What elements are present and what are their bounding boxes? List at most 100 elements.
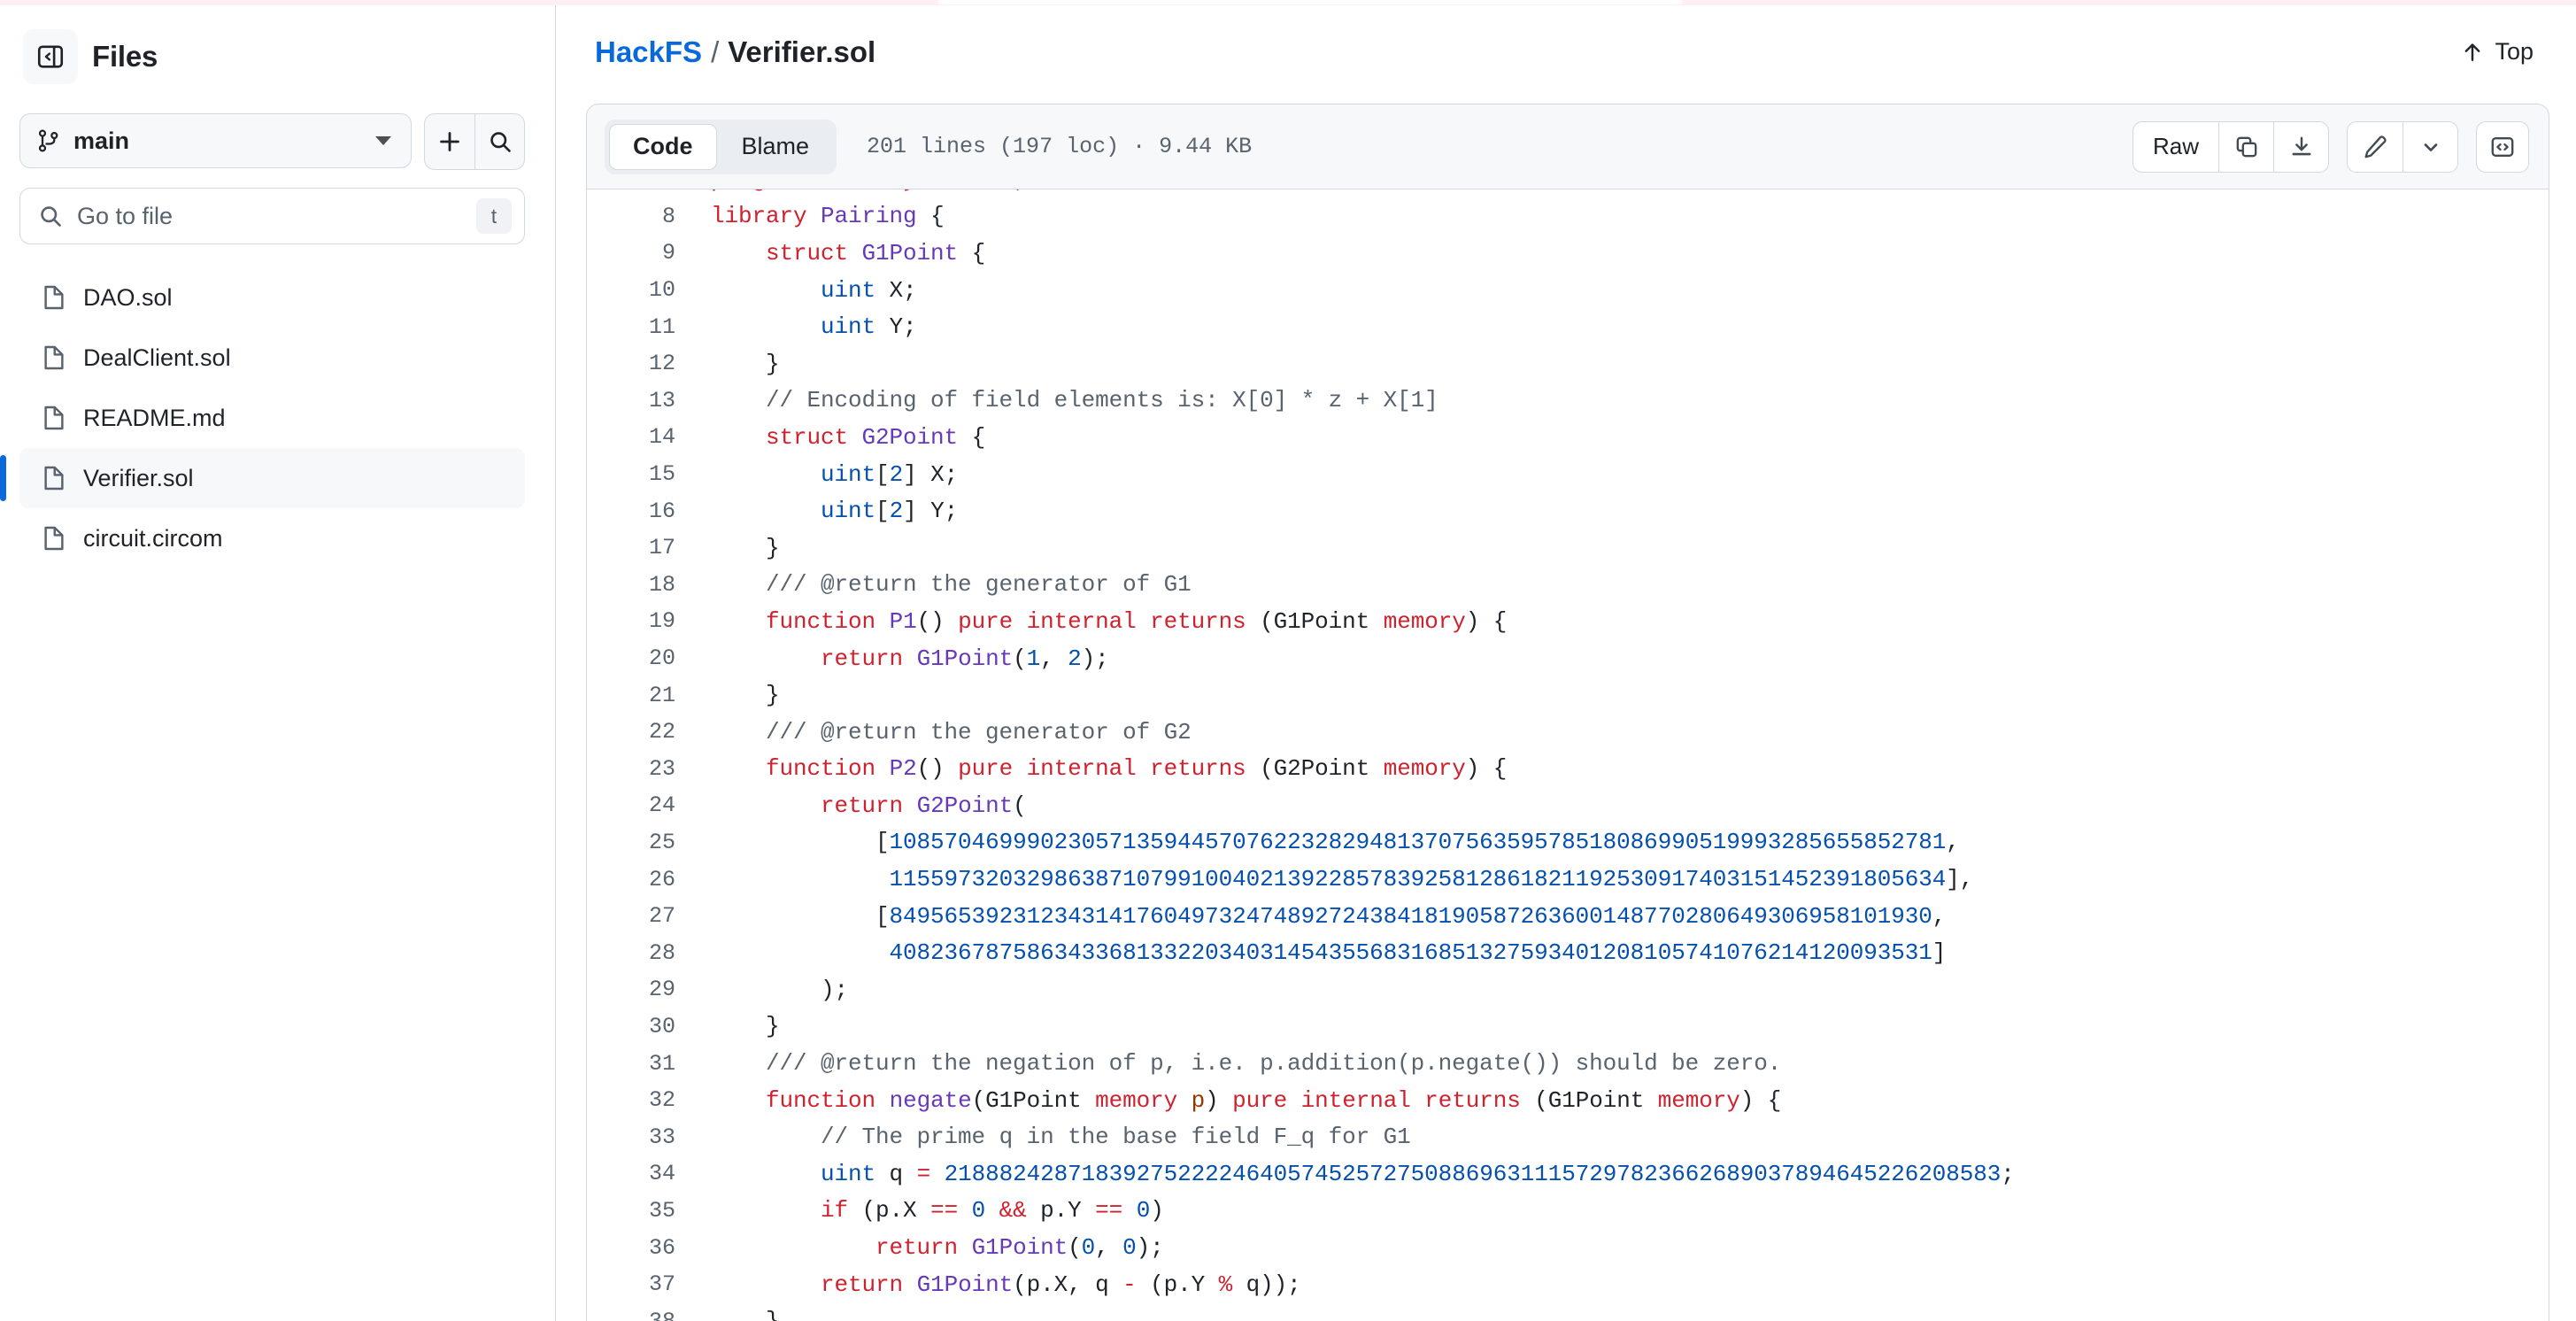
raw-copy-download-group: Raw (2132, 120, 2329, 173)
code-line: 38 } (587, 1302, 2549, 1321)
edit-dropdown-button[interactable] (2402, 121, 2457, 172)
line-content: ); (711, 976, 849, 1003)
page-root: Files main Go to file t DAO.sol DealClie… (0, 0, 2576, 1321)
symbols-panel-button[interactable] (2476, 120, 2529, 173)
file-list-item-selected[interactable]: Verifier.sol (0, 448, 525, 508)
line-number[interactable]: 14 (587, 424, 702, 450)
breadcrumb-repo-link[interactable]: HackFS (595, 35, 702, 69)
line-number[interactable]: 37 (587, 1271, 702, 1297)
search-icon (41, 206, 61, 227)
file-icon (44, 466, 64, 491)
code-line: 35 if (p.X == 0 && p.Y == 0) (587, 1193, 2549, 1230)
line-number[interactable]: 8 (587, 204, 702, 229)
code-line: 8 library Pairing { (587, 198, 2549, 236)
line-number[interactable]: 23 (587, 756, 702, 782)
line-number[interactable]: 7 (587, 189, 702, 192)
download-button[interactable] (2273, 121, 2328, 172)
branch-selector[interactable]: main (19, 113, 412, 168)
line-number[interactable]: 12 (587, 351, 702, 376)
sidebar-search-button[interactable] (474, 114, 524, 169)
sidebar-collapse-button[interactable] (23, 29, 78, 84)
line-content: library Pairing { (711, 203, 945, 230)
line-content: if (p.X == 0 && p.Y == 0) (821, 1197, 1164, 1224)
file-list-item-label: circuit.circom (83, 524, 223, 552)
line-number[interactable]: 27 (587, 903, 702, 929)
file-list-item[interactable]: README.md (19, 388, 525, 448)
file-list-item[interactable]: DealClient.sol (19, 328, 525, 388)
file-meta-text: 201 lines (197 loc) · 9.44 KB (867, 134, 1253, 159)
line-content: function P2() pure internal returns (G2P… (766, 755, 1508, 783)
line-number[interactable]: 35 (587, 1198, 702, 1224)
line-number[interactable]: 9 (587, 240, 702, 266)
code-line: 11 uint Y; (587, 308, 2549, 345)
copy-button[interactable] (2218, 121, 2273, 172)
line-number[interactable]: 34 (587, 1161, 702, 1186)
line-number[interactable]: 25 (587, 830, 702, 855)
line-number[interactable]: 15 (587, 461, 702, 487)
line-number[interactable]: 29 (587, 977, 702, 1002)
code-line: 24 return G2Point( (587, 787, 2549, 824)
line-number[interactable]: 31 (587, 1051, 702, 1077)
line-number[interactable]: 30 (587, 1014, 702, 1039)
keyboard-shortcut-hint: t (476, 198, 512, 234)
go-to-file-input[interactable] (77, 202, 462, 230)
line-number[interactable]: 21 (587, 683, 702, 708)
line-number[interactable]: 32 (587, 1087, 702, 1113)
add-file-button[interactable] (425, 114, 474, 169)
line-content: } (702, 1308, 780, 1321)
line-content: // The prime q in the base field F_q for… (821, 1124, 1411, 1151)
line-number[interactable]: 22 (587, 719, 702, 745)
line-number[interactable]: 24 (587, 792, 702, 818)
file-list-item[interactable]: DAO.sol (19, 267, 525, 328)
line-number[interactable]: 11 (587, 314, 702, 340)
line-content: /// @return the negation of p, i.e. p.ad… (766, 1050, 1782, 1078)
go-to-file-box[interactable]: t (19, 188, 525, 244)
line-number[interactable]: 28 (587, 940, 702, 966)
code-line: 25 [108570469990230571359445707622328294… (587, 824, 2549, 861)
tab-blame[interactable]: Blame (719, 124, 833, 170)
line-number[interactable]: 26 (587, 867, 702, 892)
line-number[interactable]: 19 (587, 608, 702, 634)
breadcrumb-bar: HackFS / Verifier.sol Top (556, 0, 2576, 104)
scroll-to-top-label: Top (2495, 38, 2534, 65)
code-viewer[interactable]: 7pragma solidity ^0.6.0; 8 library Pairing… (586, 189, 2549, 1321)
raw-button[interactable]: Raw (2133, 122, 2218, 172)
file-list-item[interactable]: circuit.circom (19, 508, 525, 568)
line-content: } (711, 1013, 780, 1040)
tab-code[interactable]: Code (609, 123, 717, 170)
code-line: 37 return G1Point(p.X, q - (p.Y % q)); (587, 1266, 2549, 1303)
git-branch-icon (38, 129, 58, 152)
plus-icon (440, 132, 459, 151)
line-number[interactable]: 38 (587, 1309, 702, 1321)
edit-group (2347, 120, 2458, 173)
file-list: DAO.sol DealClient.sol README.md Verifie… (0, 267, 525, 568)
line-number[interactable]: 18 (587, 572, 702, 598)
line-number[interactable]: 17 (587, 535, 702, 560)
branch-row: main (19, 113, 525, 170)
line-number[interactable]: 36 (587, 1235, 702, 1261)
line-content: uint Y; (821, 313, 917, 341)
line-number[interactable]: 10 (587, 277, 702, 303)
file-tree-sidebar: Files main Go to file t DAO.sol DealClie… (0, 0, 556, 1321)
code-line: 22 /// @return the generator of G2 (587, 714, 2549, 751)
line-number[interactable]: 16 (587, 498, 702, 524)
code-line: 12 } (587, 345, 2549, 382)
code-line: 16 uint[2] Y; (587, 492, 2549, 529)
chevron-down-icon (2424, 143, 2437, 151)
code-line: 34 uint q = 2188824287183927522224640574… (587, 1155, 2549, 1193)
line-content: return G1Point(p.X, q - (p.Y % q)); (821, 1271, 1301, 1298)
line-content: return G2Point( (821, 792, 1027, 819)
line-number[interactable]: 20 (587, 645, 702, 671)
line-number[interactable]: 33 (587, 1124, 702, 1150)
edit-file-button[interactable] (2348, 122, 2402, 172)
file-toolbar: Code Blame 201 lines (197 loc) · 9.44 KB… (586, 104, 2549, 189)
sidebar-title: Files (92, 40, 158, 73)
scroll-to-top-button[interactable]: Top (2461, 38, 2541, 66)
code-line: 29 ); (587, 971, 2549, 1008)
code-blame-tabs: Code Blame (605, 119, 837, 174)
download-icon (2292, 136, 2310, 155)
line-content: uint[2] Y; (821, 498, 959, 525)
code-line: 36 return G1Point(0, 0); (587, 1229, 2549, 1266)
line-number[interactable]: 13 (587, 388, 702, 413)
code-line: 33 // The prime q in the base field F_q … (587, 1118, 2549, 1155)
